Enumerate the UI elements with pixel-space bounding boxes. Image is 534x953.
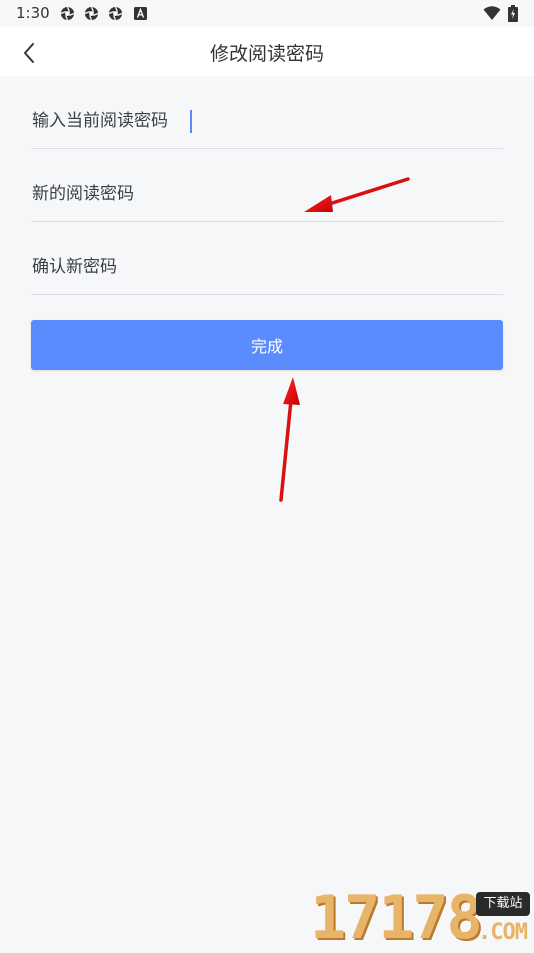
text-caret <box>190 110 192 133</box>
status-time: 1:30 <box>16 4 50 22</box>
new-password-field[interactable] <box>31 163 504 222</box>
confirm-password-input[interactable] <box>31 250 504 284</box>
page-title: 修改阅读密码 <box>209 43 324 65</box>
header-bar: 修改阅读密码 <box>0 27 534 76</box>
submit-button[interactable]: 完成 <box>31 320 503 370</box>
aperture-icon <box>84 6 99 21</box>
watermark-badge: 下载站 <box>476 892 530 916</box>
annotation-arrow-icon <box>279 377 300 502</box>
confirm-password-field[interactable] <box>31 236 504 295</box>
wifi-icon <box>483 6 501 20</box>
new-password-input[interactable] <box>31 177 504 211</box>
password-form <box>31 90 504 309</box>
text-a-icon <box>134 7 147 20</box>
watermark-digits: 17178 <box>310 883 483 953</box>
current-password-field[interactable] <box>31 90 504 149</box>
current-password-input[interactable] <box>31 104 504 138</box>
status-bar: 1:30 <box>0 0 534 27</box>
aperture-icon <box>60 6 75 21</box>
aperture-icon <box>108 6 123 21</box>
site-watermark-logo: 17178 下载站 .COM <box>310 888 532 948</box>
battery-icon <box>508 5 518 22</box>
watermark-domain: .COM <box>478 920 528 945</box>
